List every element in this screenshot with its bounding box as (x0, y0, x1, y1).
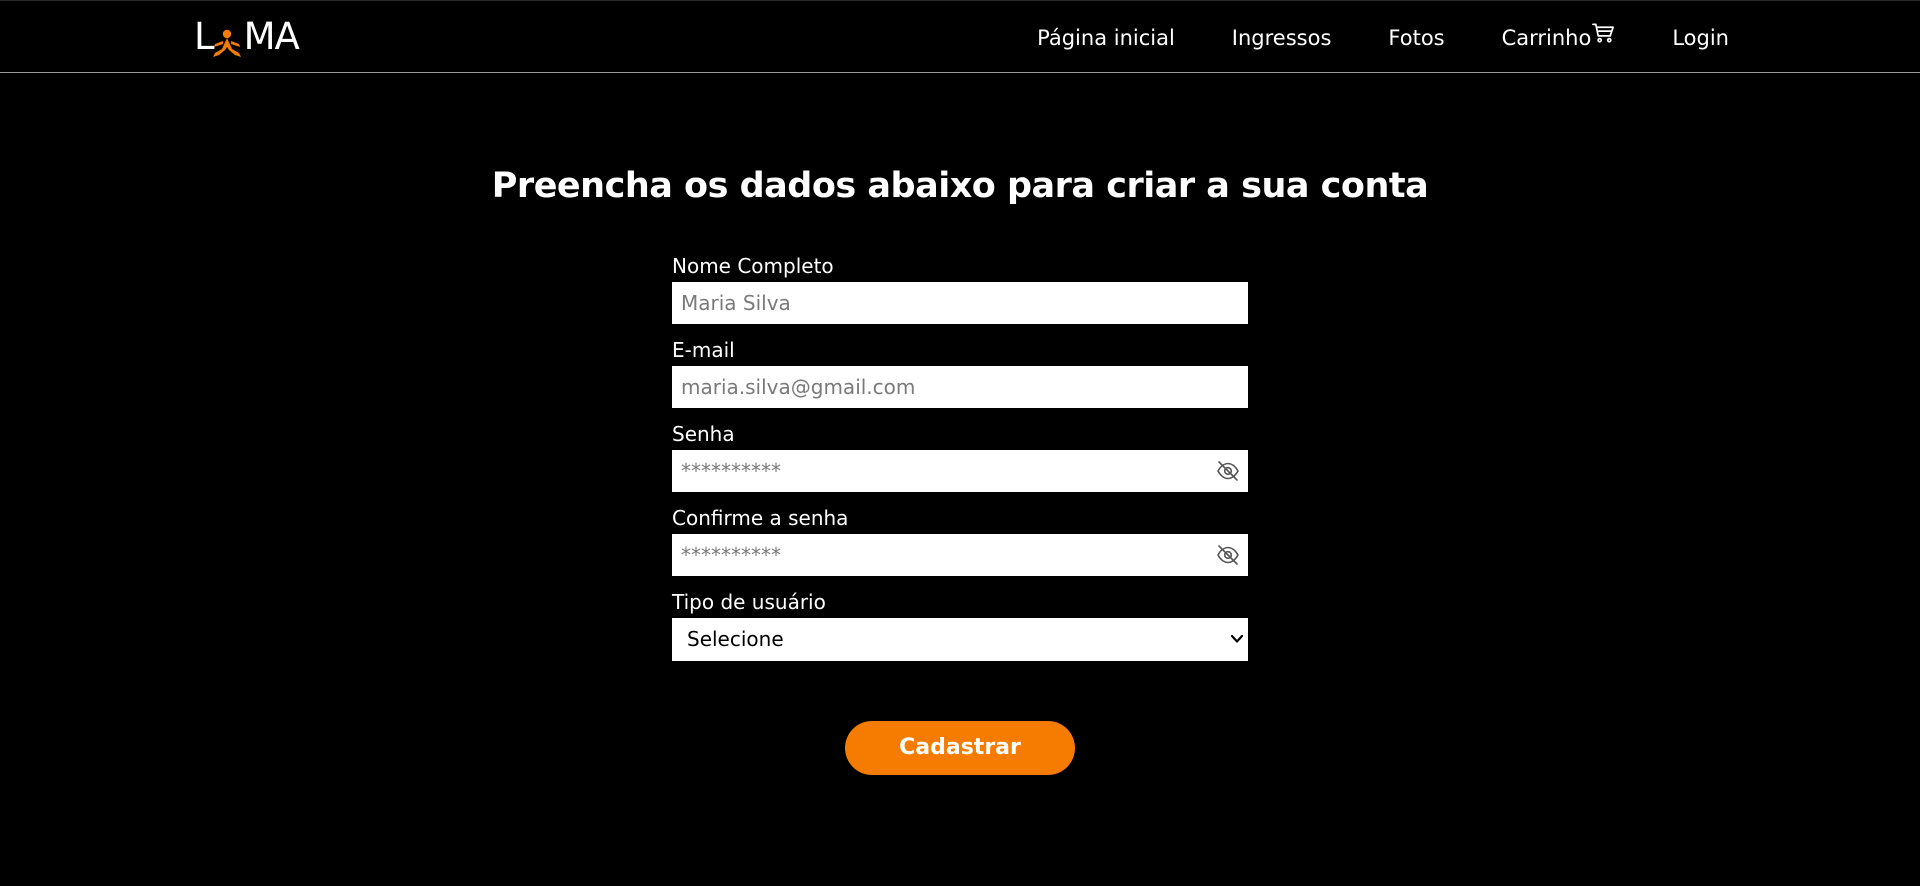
confirm-password-field-group: Confirme a senha (672, 505, 1248, 576)
nav-item-tickets[interactable]: Ingressos (1232, 26, 1332, 50)
password-label: Senha (672, 422, 735, 446)
nav-item-label: Página inicial (1037, 25, 1175, 50)
main-nav: Página inicial Ingressos Fotos Carrinho … (1037, 1, 1729, 74)
user-type-select[interactable]: Selecione (672, 618, 1248, 661)
nav-item-label: Fotos (1388, 25, 1445, 50)
nav-item-login[interactable]: Login (1672, 26, 1729, 50)
user-type-label: Tipo de usuário (672, 590, 826, 614)
confirm-password-label: Confirme a senha (672, 506, 849, 530)
lama-figure-logo-icon (212, 29, 241, 57)
email-field-group: E-mail (672, 337, 1248, 408)
lama-logo[interactable]: L MA (194, 15, 300, 58)
email-input[interactable] (672, 366, 1248, 408)
confirm-password-input[interactable] (672, 534, 1248, 576)
name-input-wrapper (672, 282, 1248, 324)
cart-icon (1592, 23, 1615, 43)
name-label: Nome Completo (672, 254, 834, 278)
eye-slash-icon[interactable] (1216, 544, 1240, 566)
email-label: E-mail (672, 338, 735, 362)
nav-item-label: Ingressos (1231, 25, 1332, 50)
password-field-group: Senha (672, 421, 1248, 492)
page-title: Preencha os dados abaixo para criar a su… (491, 166, 1429, 206)
top-navigation-bar: L MA Página inicial Ingressos Fotos Carr… (0, 0, 1920, 73)
name-field-group: Nome Completo (672, 253, 1248, 324)
nav-item-photos[interactable]: Fotos (1388, 26, 1444, 50)
password-input-wrapper (672, 450, 1248, 492)
user-type-field-group: Tipo de usuário Selecione (672, 589, 1248, 661)
logo-letters-ma: MA (243, 15, 300, 58)
password-input[interactable] (672, 450, 1248, 492)
nav-item-cart[interactable]: Carrinho (1501, 23, 1616, 50)
confirm-password-input-wrapper (672, 534, 1248, 576)
signup-form: Nome Completo E-mail Senha Confirme a se… (672, 253, 1248, 674)
register-button[interactable]: Cadastrar (845, 721, 1075, 775)
nav-item-home[interactable]: Página inicial (1037, 26, 1175, 50)
user-type-selected-value: Selecione (687, 627, 784, 651)
nav-item-label: Carrinho (1501, 25, 1592, 50)
nav-item-label: Login (1672, 25, 1729, 50)
chevron-down-icon (1230, 634, 1244, 643)
full-name-input[interactable] (672, 282, 1248, 324)
eye-slash-icon[interactable] (1216, 460, 1240, 482)
email-input-wrapper (672, 366, 1248, 408)
